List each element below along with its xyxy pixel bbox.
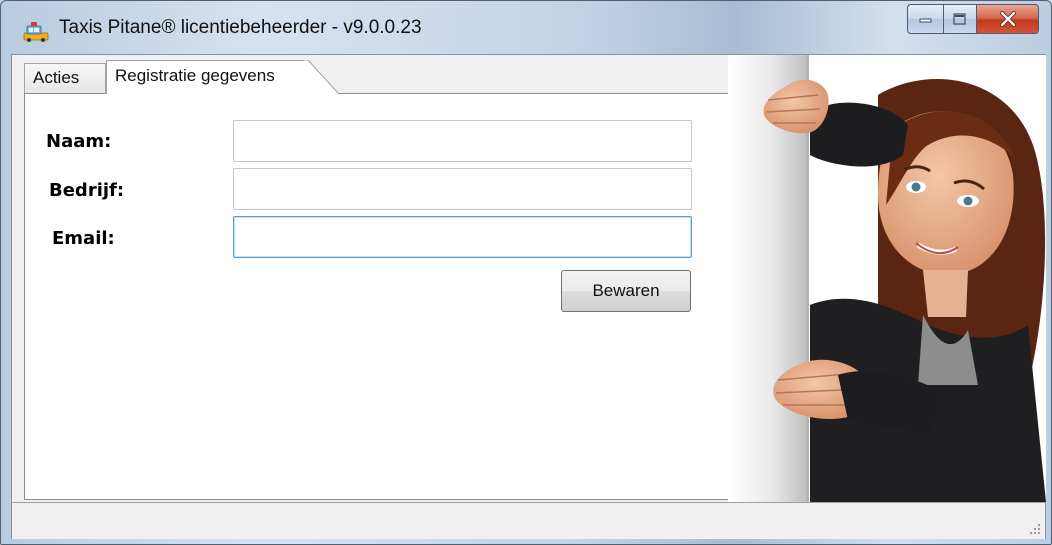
- maximize-icon: [953, 13, 966, 25]
- close-button[interactable]: [977, 4, 1039, 34]
- tab-registratie-gegevens[interactable]: Registratie gegevens: [106, 60, 306, 94]
- app-icon[interactable]: [23, 20, 49, 42]
- tab-acties[interactable]: Acties: [24, 63, 106, 93]
- email-label: Email:: [52, 228, 115, 249]
- window-title: Taxis Pitane® licentiebeheerder - v9.0.0…: [59, 17, 422, 38]
- tab-control: Acties Registratie gegevens Naam: Bedrij…: [12, 55, 732, 502]
- name-field[interactable]: [233, 120, 692, 162]
- caption-buttons: [907, 4, 1039, 36]
- status-bar: [12, 502, 1045, 539]
- resize-grip-icon[interactable]: [1028, 522, 1042, 536]
- save-button[interactable]: Bewaren: [561, 270, 691, 312]
- minimize-icon: [919, 18, 931, 23]
- registration-panel: Naam: Bedrijf: Email: Bewaren: [24, 93, 730, 500]
- close-icon: [999, 11, 1016, 27]
- decorative-photo: [728, 55, 1046, 502]
- tab-corner: [304, 60, 339, 94]
- maximize-button[interactable]: [943, 4, 977, 34]
- company-label: Bedrijf:: [49, 180, 125, 201]
- client-area: Acties Registratie gegevens Naam: Bedrij…: [11, 54, 1046, 539]
- minimize-button[interactable]: [907, 4, 943, 34]
- email-field[interactable]: [233, 216, 692, 258]
- company-field[interactable]: [233, 168, 692, 210]
- name-label: Naam:: [46, 131, 112, 152]
- title-bar[interactable]: Taxis Pitane® licentiebeheerder - v9.0.0…: [1, 1, 1051, 51]
- app-window: Taxis Pitane® licentiebeheerder - v9.0.0…: [0, 0, 1052, 545]
